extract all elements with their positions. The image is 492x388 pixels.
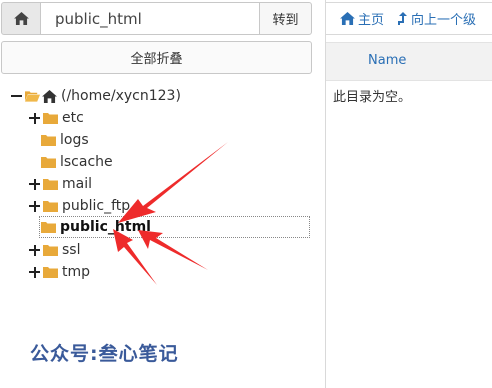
- home-icon: [42, 89, 57, 103]
- tree-root[interactable]: (/home/xycn123): [11, 85, 181, 107]
- minus-icon[interactable]: [11, 85, 23, 107]
- folder-icon: [43, 245, 58, 256]
- path-bar: 转到: [1, 2, 312, 35]
- goto-button[interactable]: 转到: [259, 2, 312, 35]
- folder-icon: [43, 201, 58, 212]
- file-table-header: Name: [326, 42, 492, 81]
- file-tree-panel: 转到 全部折叠 (/home/xycn123) etc logs: [0, 0, 318, 388]
- tree-item-label: public_html: [60, 219, 151, 235]
- tree-item-label: tmp: [62, 264, 91, 280]
- name-column-header[interactable]: Name: [368, 53, 406, 68]
- plus-icon[interactable]: [29, 173, 41, 195]
- collapse-all-button[interactable]: 全部折叠: [1, 41, 312, 74]
- tree-item-mail[interactable]: mail: [29, 173, 92, 195]
- folder-icon: [41, 157, 56, 168]
- tree-item-label: lscache: [60, 154, 113, 170]
- folder-open-icon: [25, 91, 40, 102]
- tree-item-etc[interactable]: etc: [29, 107, 84, 129]
- folder-icon: [43, 179, 58, 190]
- folder-icon: [43, 113, 58, 124]
- plus-icon[interactable]: [29, 261, 41, 283]
- tree-item-label: logs: [60, 132, 89, 148]
- file-toolbar: 主页 向上一个级: [326, 2, 492, 35]
- folder-icon: [43, 267, 58, 278]
- arrow-top: [118, 142, 228, 223]
- tree-item-label: ssl: [62, 242, 81, 258]
- plus-icon[interactable]: [29, 107, 41, 129]
- up-level-label: 向上一个级: [411, 13, 477, 28]
- file-list-panel: 主页 向上一个级 Name 此目录为空。: [325, 0, 492, 388]
- home-nav-label: 主页: [358, 13, 385, 28]
- empty-directory-message: 此目录为空。: [333, 90, 412, 105]
- tree-item-label: etc: [62, 110, 84, 126]
- tree-item-public-html[interactable]: public_html: [39, 216, 310, 238]
- home-button[interactable]: [1, 2, 41, 35]
- home-icon: [13, 12, 29, 25]
- home-nav-button[interactable]: 主页: [340, 9, 384, 28]
- folder-icon: [41, 135, 56, 146]
- watermark: 公众号:叁心笔记: [30, 343, 179, 365]
- folder-icon: [41, 222, 56, 233]
- tree-item-public-ftp[interactable]: public_ftp: [29, 195, 130, 217]
- tree-item-label: mail: [62, 176, 92, 192]
- tree-item-tmp[interactable]: tmp: [29, 261, 90, 283]
- plus-icon[interactable]: [29, 195, 41, 217]
- tree-root-label: (/home/xycn123): [61, 88, 181, 104]
- tree-item-label: public_ftp: [62, 198, 131, 214]
- plus-icon[interactable]: [29, 239, 41, 261]
- level-up-icon: [398, 11, 408, 25]
- home-icon: [340, 12, 355, 25]
- tree-item-ssl[interactable]: ssl: [29, 239, 80, 261]
- tree-item-lscache[interactable]: lscache: [41, 151, 113, 173]
- up-level-button[interactable]: 向上一个级: [398, 9, 476, 28]
- path-input[interactable]: [41, 2, 259, 35]
- tree-item-logs[interactable]: logs: [41, 129, 89, 151]
